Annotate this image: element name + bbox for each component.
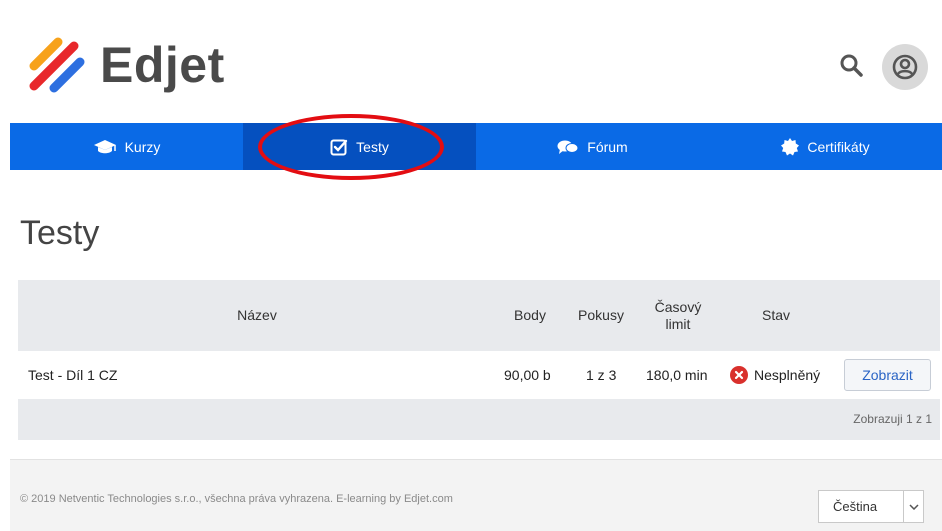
nav-item-kurzy[interactable]: Kurzy — [10, 123, 243, 170]
column-header-status[interactable]: Stav — [726, 280, 826, 351]
column-header-time-limit-line2: limit — [665, 315, 691, 332]
certificate-icon — [781, 137, 800, 156]
user-icon — [892, 54, 918, 80]
edjet-logo-icon — [29, 37, 85, 93]
nav-item-label: Testy — [356, 138, 389, 155]
failed-x-icon — [730, 366, 748, 384]
status-label: Nesplněný — [754, 367, 821, 383]
nav-item-label: Fórum — [587, 138, 628, 155]
nav-item-forum[interactable]: Fórum — [476, 123, 709, 170]
test-points: 90,00 b — [504, 367, 551, 383]
graduation-cap-icon — [93, 139, 117, 155]
nav-item-label: Certifikáty — [807, 138, 870, 155]
test-time-limit: 180,0 min — [646, 367, 708, 383]
chevron-down-icon — [903, 491, 923, 522]
nav-item-testy[interactable]: Testy — [243, 123, 476, 170]
user-avatar[interactable] — [882, 44, 928, 90]
column-header-time-limit[interactable]: Časový limit — [638, 280, 718, 351]
column-header-points[interactable]: Body — [496, 280, 564, 351]
column-header-attempts[interactable]: Pokusy — [569, 280, 633, 351]
search-button[interactable] — [838, 52, 866, 80]
column-header-name[interactable]: Název — [18, 280, 496, 351]
main-nav: Kurzy Testy Fórum Certifikáty — [10, 123, 942, 170]
nav-item-certifikaty[interactable]: Certifikáty — [709, 123, 942, 170]
brand-name: Edjet — [100, 37, 225, 93]
test-name: Test - Díl 1 CZ — [28, 367, 118, 383]
column-header-time-limit-line1: Časový — [654, 298, 702, 315]
view-button[interactable]: Zobrazit — [844, 359, 931, 391]
brand-logo[interactable]: Edjet — [28, 36, 225, 94]
copyright-text: © 2019 Netventic Technologies s.r.o., vš… — [20, 493, 453, 505]
checkbox-icon — [330, 138, 348, 156]
table-header: Název Body Pokusy Časový limit Stav — [18, 280, 940, 351]
tests-table: Název Body Pokusy Časový limit Stav Test… — [18, 280, 940, 440]
header: Edjet — [0, 0, 942, 123]
footer: © 2019 Netventic Technologies s.r.o., vš… — [10, 459, 942, 531]
table-row: Test - Díl 1 CZ 90,00 b 1 z 3 180,0 min … — [18, 351, 940, 399]
paging-info: Zobrazuji 1 z 1 — [853, 412, 932, 426]
test-status: Nesplněný — [730, 351, 820, 399]
page-title: Testy — [20, 214, 100, 252]
nav-item-label: Kurzy — [124, 138, 161, 155]
search-icon — [840, 54, 863, 77]
test-attempts: 1 z 3 — [586, 367, 617, 383]
language-selected: Čeština — [833, 499, 878, 514]
chat-bubbles-icon — [557, 139, 579, 155]
language-select[interactable]: Čeština — [818, 490, 924, 523]
